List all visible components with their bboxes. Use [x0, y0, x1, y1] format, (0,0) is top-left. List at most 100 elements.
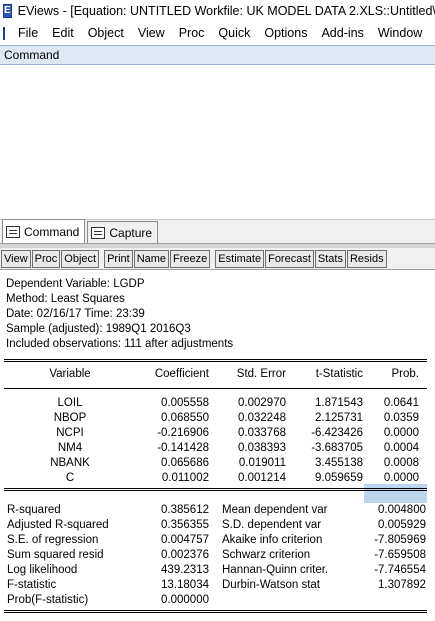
t-statistic-value: -3.683705 — [311, 442, 363, 454]
window-titlebar: E EViews - [Equation: UNTITLED Workfile:… — [0, 0, 435, 22]
stat-label: F-statistic — [7, 579, 57, 591]
freeze-button[interactable]: Freeze — [170, 249, 211, 268]
std-error-value: 0.019011 — [238, 457, 286, 469]
variable-name: NBANK — [50, 457, 90, 469]
stat-label: Schwarz criterion — [222, 549, 311, 561]
t-statistic-value: 2.125731 — [315, 412, 363, 424]
menu-file[interactable]: File — [11, 26, 45, 40]
dependent-variable-line: Dependent Variable: LGDP — [6, 278, 145, 290]
menu-help[interactable]: He — [429, 26, 435, 40]
menu-object[interactable]: Object — [81, 26, 131, 40]
command-capture-tabs: Command Capture — [0, 219, 435, 244]
prob-value: 0.0359 — [383, 412, 419, 424]
t-statistic-value: -6.423426 — [311, 427, 363, 439]
tab-capture-label: Capture — [109, 225, 153, 240]
coefficient-value: 0.068550 — [161, 412, 209, 424]
stat-value: 13.18034 — [161, 579, 209, 591]
stat-value: 0.005929 — [378, 519, 426, 531]
resids-button[interactable]: Resids — [346, 249, 387, 268]
stat-value: 0.002376 — [161, 549, 209, 561]
prob-value: 0.0000 — [383, 427, 419, 439]
coefficient-value: -0.216906 — [157, 427, 209, 439]
table-header-rule — [4, 388, 427, 389]
table-top-rule — [4, 359, 427, 362]
menu-options[interactable]: Options — [257, 26, 314, 40]
stat-value: 439.2313 — [161, 564, 209, 576]
col-header-coefficient: Coefficient — [154, 368, 209, 380]
eviews-app-icon[interactable]: E — [3, 4, 12, 18]
stat-label: Mean dependent var — [222, 504, 328, 516]
variable-name: NCPI — [56, 427, 84, 439]
stat-label: Akaike info criterion — [222, 534, 323, 546]
document-menu-icon[interactable] — [3, 26, 5, 40]
stat-label: Hannan-Quinn criter. — [222, 564, 329, 576]
stat-label: S.D. dependent var — [222, 519, 322, 531]
col-header-variable: Variable — [49, 368, 91, 380]
object-button[interactable]: Object — [61, 249, 100, 268]
menu-quick[interactable]: Quick — [211, 26, 257, 40]
estimate-button[interactable]: Estimate — [215, 249, 265, 268]
stat-value: -7.805969 — [374, 534, 426, 546]
std-error-value: 0.001214 — [238, 472, 286, 484]
coefficient-value: 0.005558 — [161, 397, 209, 409]
tab-capture[interactable]: Capture — [87, 221, 159, 243]
table-mid-rule — [4, 488, 427, 491]
window-title: EViews - [Equation: UNTITLED Workfile: U… — [17, 4, 435, 18]
std-error-value: 0.038393 — [238, 442, 286, 454]
stat-label: Durbin-Watson stat — [222, 579, 320, 591]
stat-value: 0.004757 — [161, 534, 209, 546]
std-error-value: 0.032248 — [238, 412, 286, 424]
estimation-output[interactable]: Dependent Variable: LGDP Method: Least S… — [0, 271, 435, 621]
stat-label: Sum squared resid — [7, 549, 104, 561]
tab-command-label: Command — [24, 224, 80, 239]
coefficient-value: -0.141428 — [157, 442, 209, 454]
stat-value: 0.004800 — [378, 504, 426, 516]
t-statistic-value: 9.059659 — [315, 472, 363, 484]
date-line: Date: 02/16/17 Time: 23:39 — [6, 308, 145, 320]
view-button[interactable]: View — [1, 249, 31, 268]
stat-label: S.E. of regression — [7, 534, 99, 546]
coefficient-value: 0.011002 — [161, 472, 209, 484]
menu-view[interactable]: View — [131, 26, 172, 40]
stat-value: 0.000000 — [161, 594, 209, 606]
selected-cell-highlight[interactable] — [364, 484, 427, 503]
variable-name: LOIL — [57, 397, 83, 409]
coefficient-value: 0.065686 — [161, 457, 209, 469]
variable-name: NBOP — [53, 412, 87, 424]
command-pane-header: Command — [0, 45, 435, 65]
forecast-button[interactable]: Forecast — [265, 249, 314, 268]
menu-edit[interactable]: Edit — [45, 26, 81, 40]
menu-bar: File Edit Object View Proc Quick Options… — [0, 22, 435, 44]
print-button[interactable]: Print — [104, 249, 133, 268]
stat-value: 1.307892 — [378, 579, 426, 591]
observations-line: Included observations: 111 after adjustm… — [6, 338, 234, 350]
table-bottom-rule — [4, 610, 427, 613]
variable-name: C — [65, 472, 75, 484]
menu-window[interactable]: Window — [371, 26, 429, 40]
tab-command[interactable]: Command — [2, 219, 86, 243]
col-header-t-statistic: t-Statistic — [315, 368, 363, 380]
menu-add-ins[interactable]: Add-ins — [314, 26, 370, 40]
std-error-value: 0.002970 — [238, 397, 286, 409]
col-header-prob: Prob. — [391, 368, 420, 380]
capture-window-icon — [91, 226, 106, 239]
equation-toolbar: View Proc Object Print Name Freeze Estim… — [0, 248, 435, 270]
sample-line: Sample (adjusted): 1989Q1 2016Q3 — [6, 323, 191, 335]
stat-label: Log likelihood — [7, 564, 78, 576]
col-header-std-error: Std. Error — [236, 368, 286, 380]
stats-button[interactable]: Stats — [314, 249, 346, 268]
command-input-area[interactable] — [0, 65, 435, 220]
prob-value: 0.0004 — [383, 442, 419, 454]
stat-value: 0.356355 — [161, 519, 209, 531]
prob-value: 0.0000 — [383, 472, 419, 484]
t-statistic-value: 1.871543 — [315, 397, 363, 409]
method-line: Method: Least Squares — [6, 293, 125, 305]
variable-name: NM4 — [57, 442, 83, 454]
stat-value: -7.659508 — [374, 549, 426, 561]
name-button[interactable]: Name — [133, 249, 170, 268]
prob-value: 0.0008 — [383, 457, 419, 469]
menu-proc[interactable]: Proc — [172, 26, 212, 40]
command-window-icon — [6, 225, 20, 238]
prob-value: 0.0641 — [383, 397, 419, 409]
proc-button[interactable]: Proc — [31, 249, 61, 268]
